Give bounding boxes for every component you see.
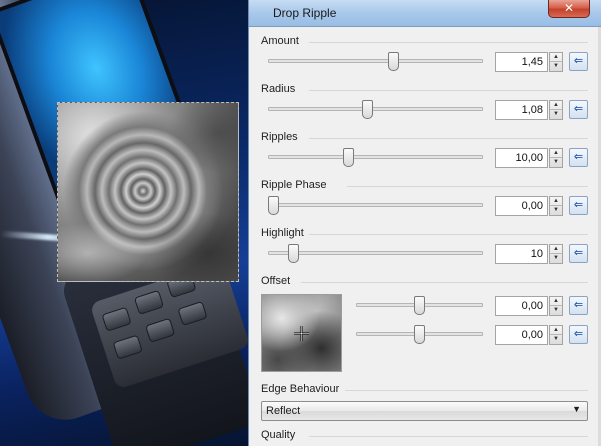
reset-arrow-icon: ⇐	[573, 328, 584, 340]
offset-x-spinner[interactable]: ▲ ▼	[549, 296, 563, 316]
ripple-phase-field[interactable]: 0,00	[495, 196, 548, 216]
edge-behaviour-label: Edge Behaviour	[261, 383, 340, 395]
reset-arrow-icon: ⇐	[573, 55, 584, 67]
edge-behaviour-value: Reflect	[266, 405, 301, 417]
radius-slider-track[interactable]	[268, 107, 483, 111]
section-divider	[309, 234, 588, 235]
window-title: Drop Ripple	[273, 6, 337, 20]
highlight-reset-button[interactable]: ⇐	[569, 244, 588, 263]
phone-key	[133, 289, 165, 315]
spin-up-icon[interactable]: ▲	[550, 53, 562, 62]
ripple-phase-slider-thumb[interactable]	[268, 196, 279, 215]
radius-field[interactable]: 1,08	[495, 100, 548, 120]
amount-field[interactable]: 1,45	[495, 52, 548, 72]
reset-arrow-icon: ⇐	[573, 247, 584, 259]
spin-up-icon[interactable]: ▲	[550, 101, 562, 110]
spin-down-icon[interactable]: ▼	[550, 254, 562, 263]
quality-label: Quality	[261, 429, 296, 441]
phone-key	[101, 306, 132, 332]
amount-reset-button[interactable]: ⇐	[569, 52, 588, 71]
effect-preview	[57, 102, 239, 282]
section-divider	[309, 90, 588, 91]
spin-up-icon[interactable]: ▲	[550, 245, 562, 254]
edge-behaviour-dropdown[interactable]: Reflect ▼	[261, 401, 588, 421]
spin-down-icon[interactable]: ▼	[550, 158, 562, 167]
phone-key	[177, 300, 208, 327]
radius-slider-thumb[interactable]	[362, 100, 373, 119]
phone-key	[145, 317, 176, 343]
chevron-down-icon: ▼	[572, 404, 581, 414]
offset-y-slider-thumb[interactable]	[414, 325, 425, 344]
ripples-slider-track[interactable]	[268, 155, 483, 159]
spin-up-icon[interactable]: ▲	[550, 197, 562, 206]
ripples-label: Ripples	[261, 131, 298, 143]
amount-label: Amount	[261, 35, 299, 47]
ripples-reset-button[interactable]: ⇐	[569, 148, 588, 167]
radius-label: Radius	[261, 83, 296, 95]
close-button[interactable]: ✕	[548, 0, 590, 18]
reset-arrow-icon: ⇐	[573, 299, 584, 311]
radius-spinner[interactable]: ▲ ▼	[549, 100, 563, 120]
dialog-content: Amount 1,45 ▲ ▼ ⇐ Radius 1,08 ▲ ▼ ⇐ Ripp…	[249, 27, 601, 446]
section-divider	[301, 282, 588, 283]
ripple-phase-reset-button[interactable]: ⇐	[569, 196, 588, 215]
section-divider	[347, 186, 588, 187]
spin-down-icon[interactable]: ▼	[550, 335, 562, 344]
offset-y-spinner[interactable]: ▲ ▼	[549, 325, 563, 345]
spin-down-icon[interactable]: ▼	[550, 110, 562, 119]
reset-arrow-icon: ⇐	[573, 151, 584, 163]
amount-spinner[interactable]: ▲ ▼	[549, 52, 563, 72]
drop-ripple-dialog: Drop Ripple ✕ Amount 1,45 ▲ ▼ ⇐ Radius 1…	[248, 0, 601, 446]
offset-x-slider-thumb[interactable]	[414, 296, 425, 315]
ripple-phase-slider-track[interactable]	[268, 203, 483, 207]
spin-up-icon[interactable]: ▲	[550, 149, 562, 158]
offset-y-reset-button[interactable]: ⇐	[569, 325, 588, 344]
amount-slider-thumb[interactable]	[388, 52, 399, 71]
highlight-slider-thumb[interactable]	[288, 244, 299, 263]
ripples-slider-thumb[interactable]	[343, 148, 354, 167]
reset-arrow-icon: ⇐	[573, 103, 584, 115]
offset-x-reset-button[interactable]: ⇐	[569, 296, 588, 315]
ripples-field[interactable]: 10,00	[495, 148, 548, 168]
highlight-label: Highlight	[261, 227, 304, 239]
section-divider	[309, 42, 588, 43]
offset-x-field[interactable]: 0,00	[495, 296, 548, 316]
offset-label: Offset	[261, 275, 291, 287]
spin-down-icon[interactable]: ▼	[550, 306, 562, 315]
title-bar[interactable]: Drop Ripple ✕	[249, 0, 601, 27]
ripple-phase-spinner[interactable]: ▲ ▼	[549, 196, 563, 216]
ripple-phase-label: Ripple Phase	[261, 179, 327, 191]
offset-y-field[interactable]: 0,00	[495, 325, 548, 345]
phone-key	[112, 334, 143, 360]
section-divider	[345, 390, 588, 391]
crosshair-icon	[294, 326, 309, 341]
section-divider	[309, 436, 588, 437]
section-divider	[309, 138, 588, 139]
radius-reset-button[interactable]: ⇐	[569, 100, 588, 119]
highlight-slider-track[interactable]	[268, 251, 483, 255]
amount-slider-track[interactable]	[268, 59, 483, 63]
offset-picker[interactable]	[261, 294, 342, 372]
highlight-field[interactable]: 10	[495, 244, 548, 264]
spin-up-icon[interactable]: ▲	[550, 326, 562, 335]
spin-up-icon[interactable]: ▲	[550, 297, 562, 306]
highlight-spinner[interactable]: ▲ ▼	[549, 244, 563, 264]
reset-arrow-icon: ⇐	[573, 199, 584, 211]
spin-down-icon[interactable]: ▼	[550, 62, 562, 71]
ripples-spinner[interactable]: ▲ ▼	[549, 148, 563, 168]
spin-down-icon[interactable]: ▼	[550, 206, 562, 215]
